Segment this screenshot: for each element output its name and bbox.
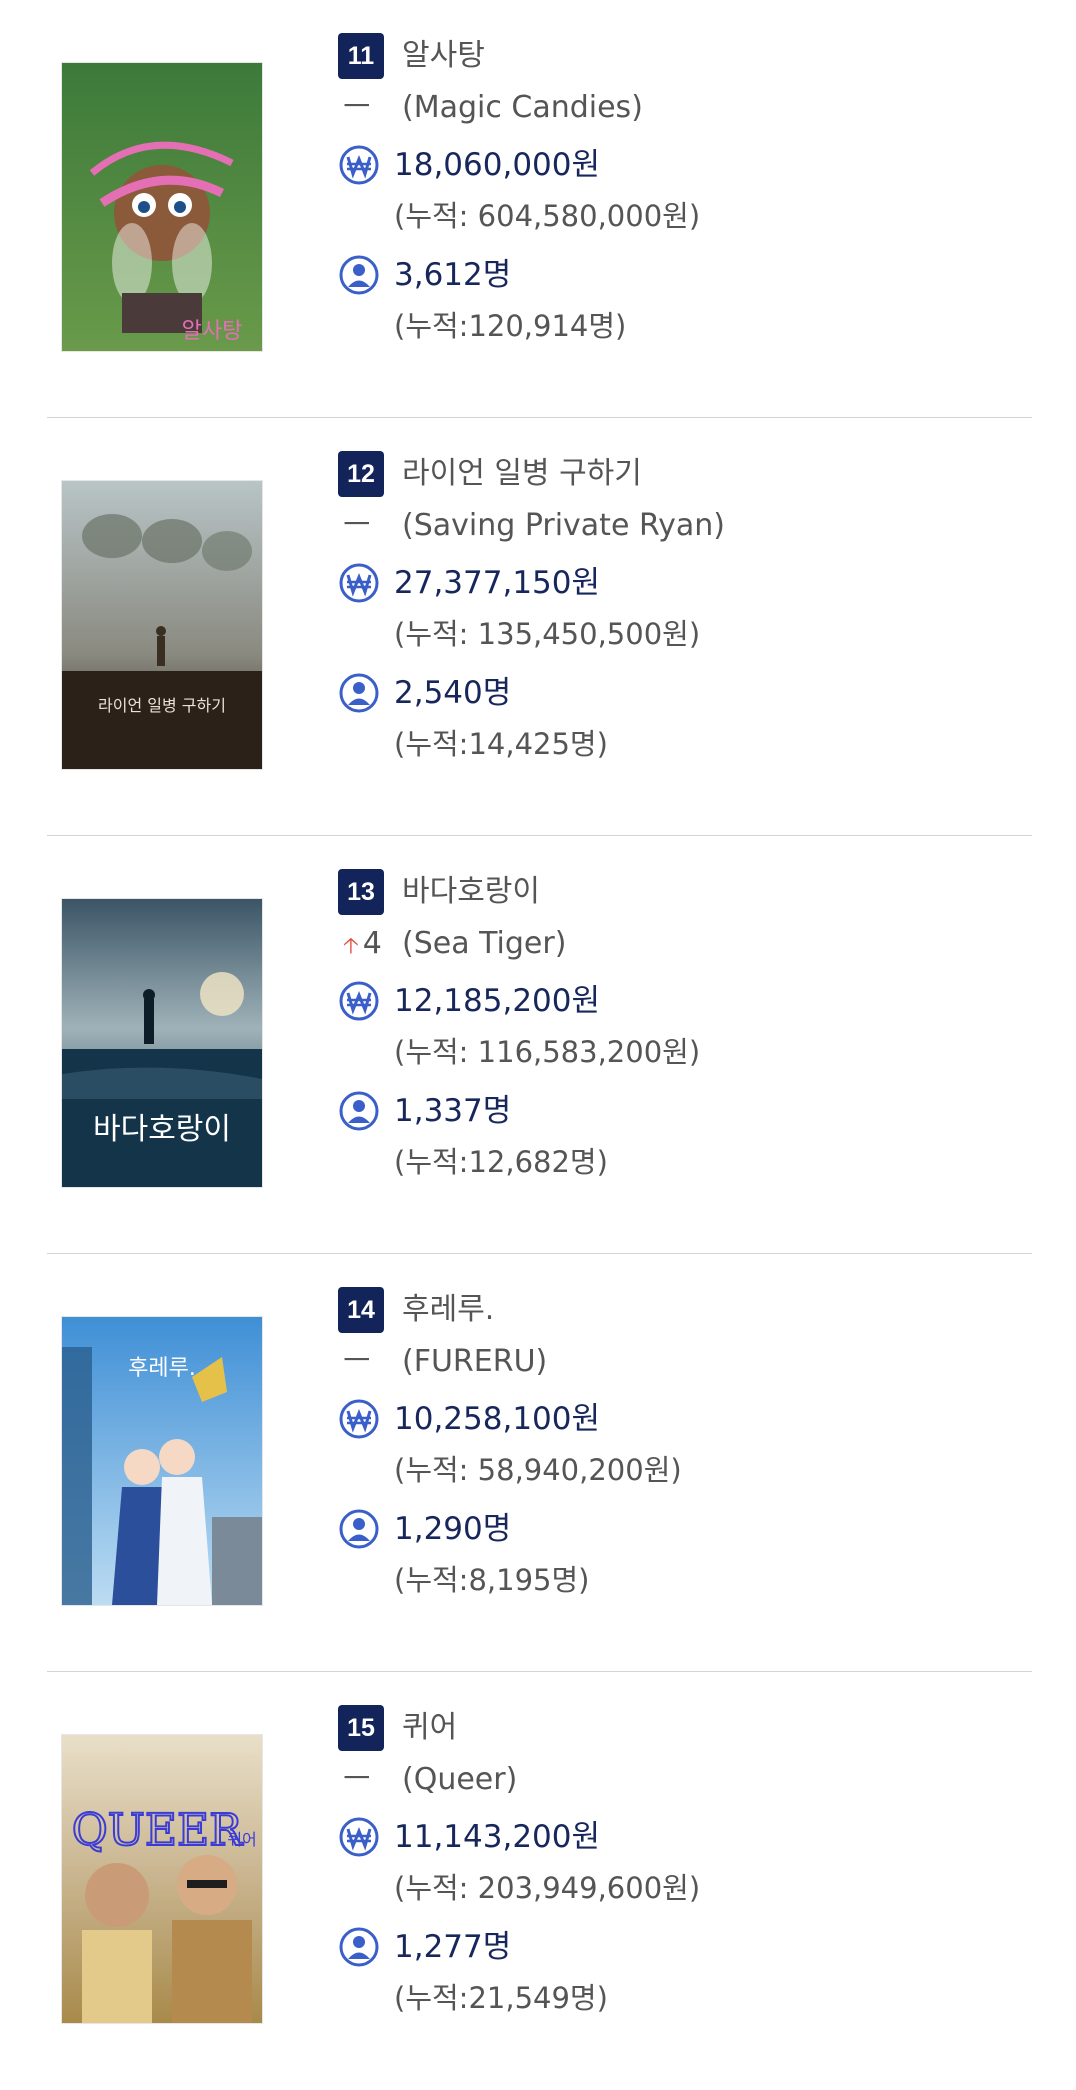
person-icon: [339, 1091, 379, 1131]
movie-item[interactable]: 후레루. 14 후레루. ㅡ (FURERU) 10,258,100원 (누적:…: [0, 1254, 1076, 1672]
svg-text:퀴어: 퀴어: [227, 1830, 256, 1849]
movie-item[interactable]: QUEER 퀴어 15 퀴어 ㅡ (Queer) 11,143,200원 (누적…: [0, 1672, 1076, 2090]
rank-change-value: ㅡ: [343, 1344, 371, 1379]
person-icon: [339, 1927, 379, 1967]
daily-revenue: 27,377,150원: [394, 565, 601, 601]
rank-badge: 15: [338, 1705, 384, 1751]
daily-revenue: 12,185,200원: [394, 983, 601, 1019]
won-icon: [339, 1399, 379, 1439]
svg-text:라이언 일병 구하기: 라이언 일병 구하기: [98, 696, 226, 715]
rank-change-value: ㅡ: [343, 508, 371, 543]
movie-item[interactable]: 라이언 일병 구하기 12 라이언 일병 구하기 ㅡ (Saving Priva…: [0, 418, 1076, 836]
cumulative-revenue: (누적: 116,583,200원): [394, 1035, 701, 1069]
person-icon: [339, 255, 379, 295]
movie-poster[interactable]: 알사탕: [62, 63, 262, 351]
movie-title-en: (FURERU): [402, 1344, 548, 1379]
movie-poster[interactable]: 바다호랑이: [62, 899, 262, 1187]
daily-revenue: 10,258,100원: [394, 1401, 601, 1437]
daily-audience: 1,290명: [394, 1511, 512, 1547]
cumulative-audience: (누적:12,682명): [394, 1145, 608, 1179]
rank-change: ㅡ: [343, 88, 371, 128]
won-icon: [339, 981, 379, 1021]
cumulative-revenue: (누적: 58,940,200원): [394, 1453, 682, 1487]
poster-magic-candies: 알사탕: [62, 63, 262, 351]
movie-title-ko[interactable]: 퀴어: [402, 1708, 457, 1748]
rank-badge: 11: [338, 33, 384, 79]
movie-poster[interactable]: 후레루.: [62, 1317, 262, 1605]
daily-audience: 1,277명: [394, 1929, 512, 1965]
movie-title-en: (Saving Private Ryan): [402, 508, 725, 543]
won-icon: [339, 563, 379, 603]
cumulative-revenue: (누적: 604,580,000원): [394, 199, 701, 233]
daily-audience: 3,612명: [394, 257, 512, 293]
cumulative-revenue: (누적: 135,450,500원): [394, 617, 701, 651]
movie-poster[interactable]: QUEER 퀴어: [62, 1735, 262, 2023]
cumulative-audience: (누적:8,195명): [394, 1563, 590, 1597]
movie-item[interactable]: 알사탕 11 알사탕 ㅡ (Magic Candies) 18,060,000원…: [0, 0, 1076, 418]
rank-badge: 13: [338, 869, 384, 915]
poster-fureru: 후레루.: [62, 1317, 262, 1605]
daily-audience: 1,337명: [394, 1093, 512, 1129]
arrow-up-icon: 🡡: [343, 934, 359, 959]
movie-title-ko[interactable]: 알사탕: [402, 36, 485, 76]
won-icon: [339, 1817, 379, 1857]
movie-title-ko[interactable]: 바다호랑이: [402, 872, 540, 912]
person-icon: [339, 1509, 379, 1549]
person-icon: [339, 673, 379, 713]
rank-change-value: ㅡ: [343, 1762, 371, 1797]
cumulative-audience: (누적:21,549명): [394, 1981, 608, 2015]
movie-title-en: (Sea Tiger): [402, 926, 567, 961]
svg-text:QUEER: QUEER: [72, 1805, 244, 1856]
movie-title-ko[interactable]: 후레루.: [402, 1290, 494, 1330]
movie-item[interactable]: 바다호랑이 13 바다호랑이 🡡 4 (Sea Tiger) 12,185,200…: [0, 836, 1076, 1254]
daily-audience: 2,540명: [394, 675, 512, 711]
rank-change-value: 4: [362, 926, 382, 961]
movie-poster[interactable]: 라이언 일병 구하기: [62, 481, 262, 769]
poster-queer: QUEER 퀴어: [62, 1735, 262, 2023]
daily-revenue: 11,143,200원: [394, 1819, 601, 1855]
cumulative-audience: (누적:14,425명): [394, 727, 608, 761]
daily-revenue: 18,060,000원: [394, 147, 601, 183]
won-icon: [339, 145, 379, 185]
poster-sea-tiger: 바다호랑이: [62, 899, 262, 1187]
rank-badge: 12: [338, 451, 384, 497]
rank-badge: 14: [338, 1287, 384, 1333]
svg-text:바다호랑이: 바다호랑이: [93, 1112, 231, 1147]
movie-title-en: (Magic Candies): [402, 90, 643, 125]
rank-change-value: ㅡ: [343, 90, 371, 125]
rank-change: ㅡ: [343, 1760, 371, 1800]
svg-text:알사탕: 알사탕: [182, 319, 243, 344]
rank-change: 🡡 4: [343, 924, 382, 967]
movie-title-ko[interactable]: 라이언 일병 구하기: [402, 454, 642, 494]
rank-change: ㅡ: [343, 506, 371, 546]
svg-text:후레루.: 후레루.: [128, 1356, 196, 1381]
cumulative-revenue: (누적: 203,949,600원): [394, 1871, 701, 1905]
movie-title-en: (Queer): [402, 1762, 518, 1797]
cumulative-audience: (누적:120,914명): [394, 309, 627, 343]
rank-change: ㅡ: [343, 1342, 371, 1382]
poster-saving-private-ryan: 라이언 일병 구하기: [62, 481, 262, 769]
